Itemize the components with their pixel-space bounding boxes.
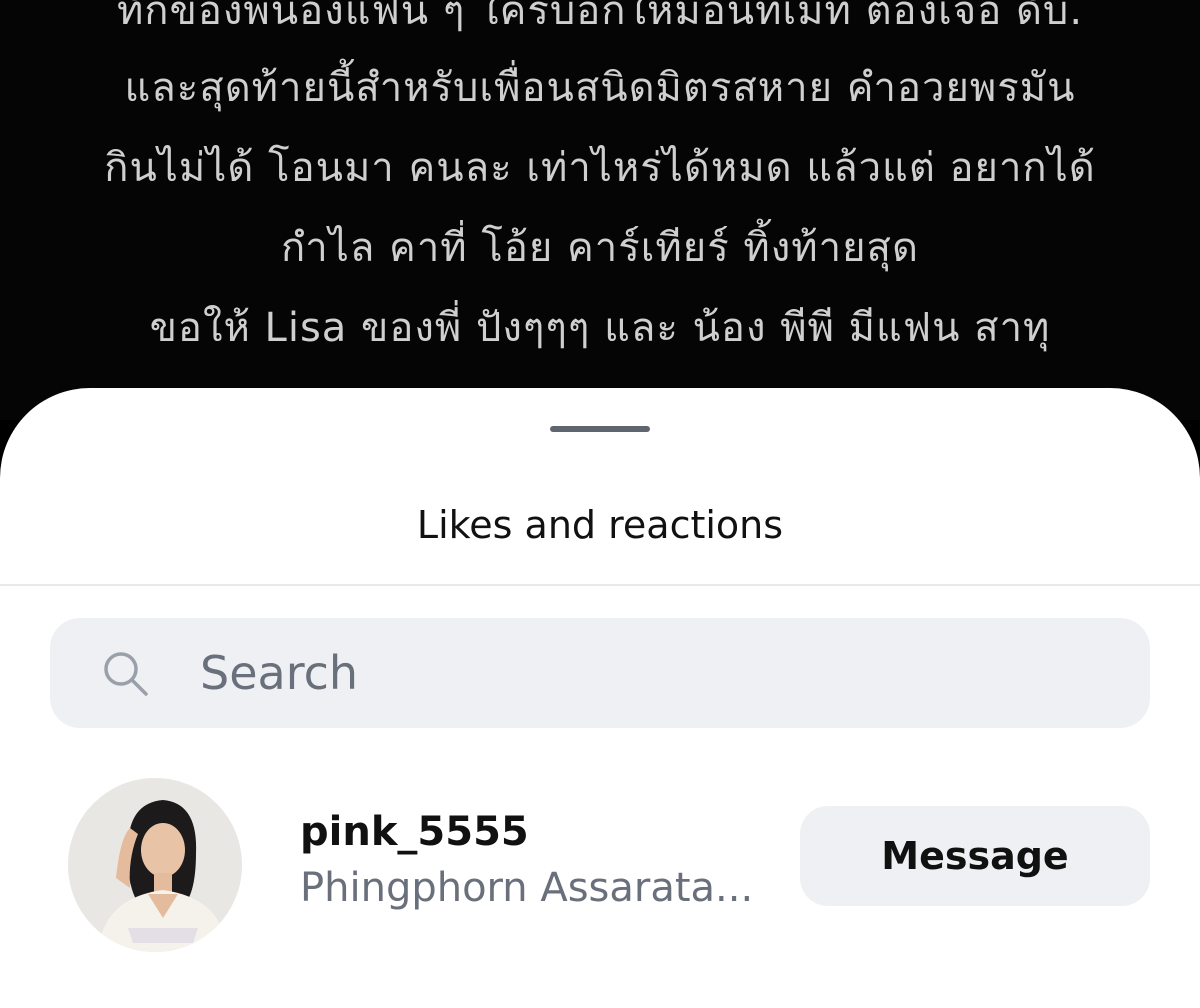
likes-bottom-sheet: Likes and reactions pink_5555 Phingphorn… <box>0 388 1200 1008</box>
story-caption-line: กินไม่ได้ โอนมา คนละ เท่าไหร่ได้หมด แล้ว… <box>104 145 1096 191</box>
search-icon <box>104 652 148 696</box>
story-caption-line: ทั้กของพี่น้องแฟน ๆ ใครบอกให้มอนิทเม้ท ต… <box>116 0 1084 34</box>
sheet-grabber-handle[interactable] <box>550 426 650 432</box>
story-background: ทั้กของพี่น้องแฟน ๆ ใครบอกให้มอนิทเม้ท ต… <box>0 0 1200 420</box>
story-caption-line: กำไล คาที่ โอ้ย คาร์เทียร์ ทิ้งท้ายสุด <box>281 225 919 271</box>
profile-photo <box>68 778 242 952</box>
story-caption-line: และสุดท้ายนี้สำหรับเพื่อนสนิดมิตรสหาย คำ… <box>124 65 1076 111</box>
username[interactable]: pink_5555 <box>300 808 529 856</box>
story-caption-line: ขอให้ Lisa ของพี่ ปังๆๆๆ และ น้อง พีพี ม… <box>149 305 1051 351</box>
message-button[interactable]: Message <box>800 806 1150 906</box>
divider <box>0 584 1200 586</box>
search-input[interactable] <box>200 638 1100 708</box>
sheet-title: Likes and reactions <box>416 503 784 547</box>
list-item[interactable]: pink_5555 Phingphorn Assarata... Message <box>0 778 1200 958</box>
avatar[interactable] <box>68 778 242 952</box>
full-name: Phingphorn Assarata... <box>300 865 754 911</box>
